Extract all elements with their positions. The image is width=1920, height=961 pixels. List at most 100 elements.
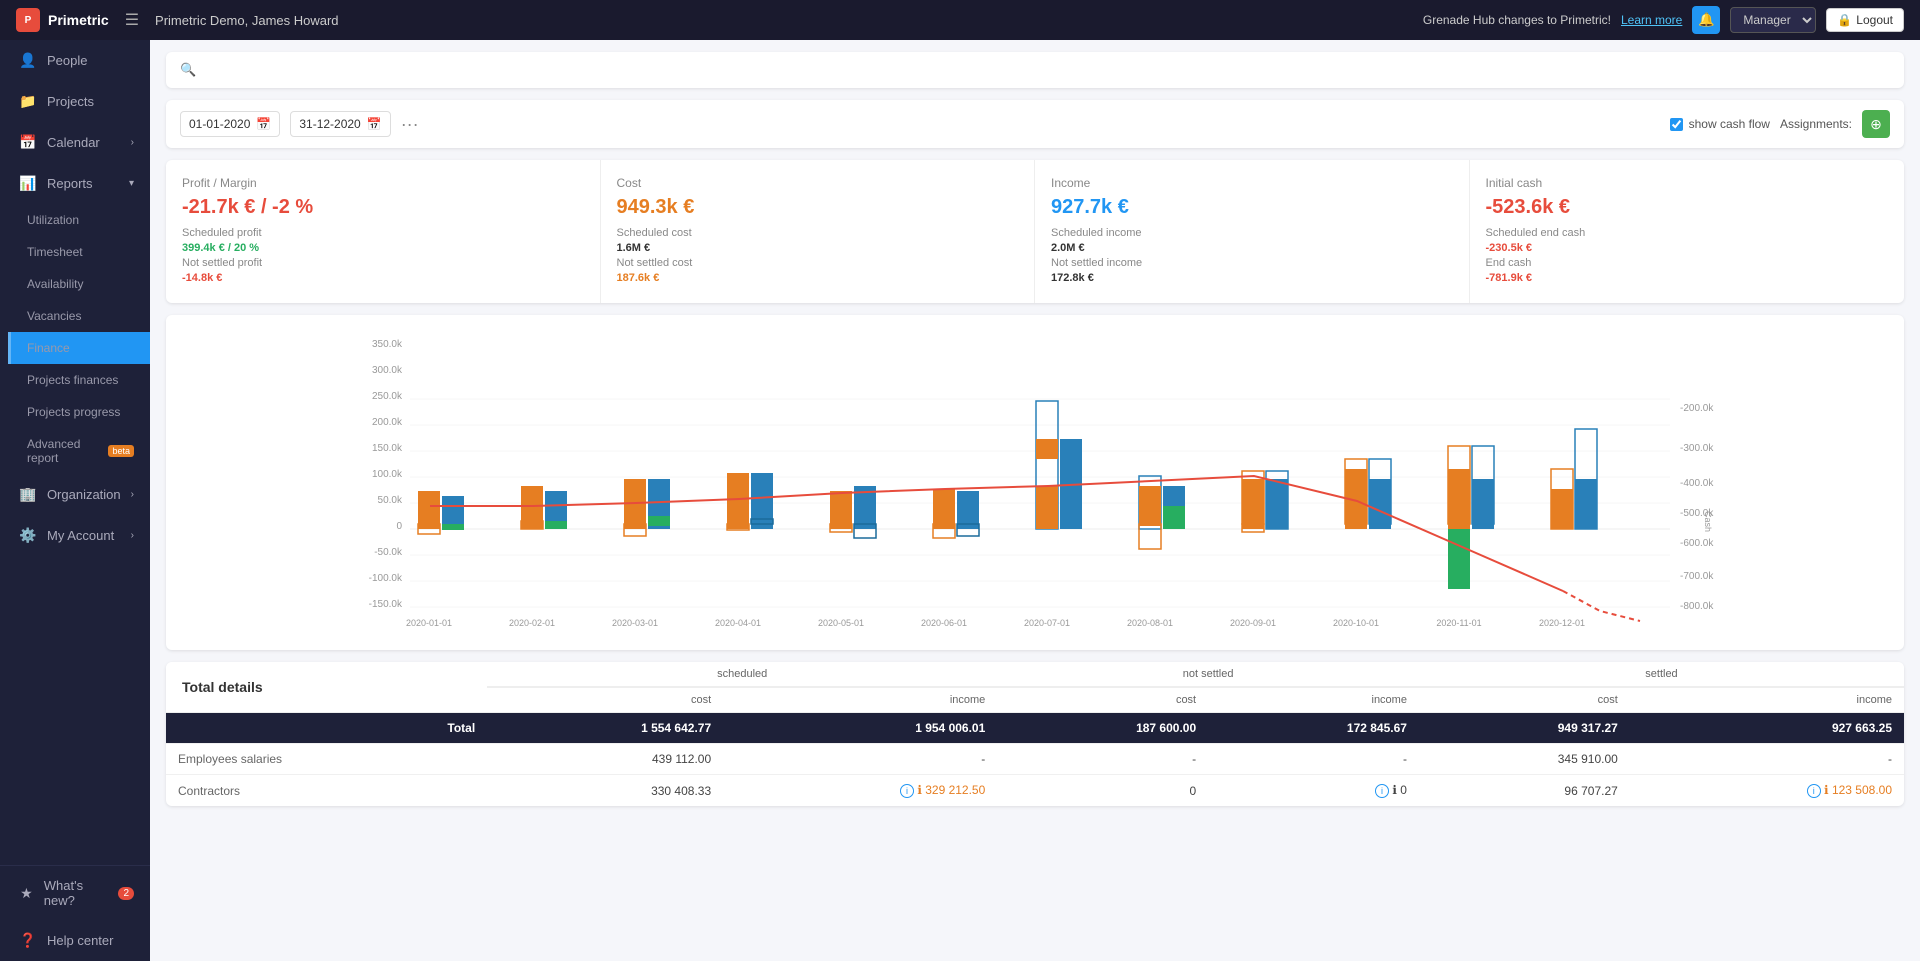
sidebar-item-calendar[interactable]: 📅 Calendar › — [0, 122, 150, 163]
alert-button[interactable]: 🔔 — [1692, 6, 1720, 34]
profit-scheduled-value: 399.4k € / 20 % — [182, 242, 259, 254]
sidebar-item-reports[interactable]: 📊 Reports ▾ — [0, 163, 150, 204]
svg-text:50.0k: 50.0k — [378, 495, 403, 506]
income-scheduled-label: Scheduled income — [1051, 227, 1142, 239]
calendar-from-icon: 📅 — [256, 117, 271, 131]
contractors-row: Contractors 330 408.33 i ℹ 329 212.50 0 … — [166, 775, 1904, 807]
sidebar-item-people[interactable]: 👤 People — [0, 40, 150, 81]
filter-row: 01-01-2020 📅 31-12-2020 📅 ··· show cash … — [166, 100, 1904, 148]
income-scheduled-value-row: 2.0M € — [1051, 242, 1453, 254]
cost-card: Cost 949.3k € Scheduled cost 1.6M € Not … — [601, 160, 1036, 303]
star-icon: ★ — [19, 885, 34, 902]
info-icon-1[interactable]: i — [900, 784, 914, 798]
svg-text:2020-09-01: 2020-09-01 — [1230, 618, 1276, 628]
svg-text:2020-06-01: 2020-06-01 — [921, 618, 967, 628]
sidebar-item-projects[interactable]: 📁 Projects — [0, 81, 150, 122]
info-icon-2[interactable]: i — [1375, 784, 1389, 798]
svg-text:-300.0k: -300.0k — [1680, 443, 1714, 454]
initial-cash-main-value: -523.6k € — [1486, 196, 1889, 219]
help-icon: ❓ — [19, 932, 37, 949]
cashflow-checkbox[interactable] — [1670, 118, 1683, 131]
date-from-value: 01-01-2020 — [189, 117, 250, 131]
employees-row: Employees salaries 439 112.00 - - - 345 … — [166, 744, 1904, 775]
employees-settled-income: - — [1630, 744, 1904, 775]
income-not-settled-label-row: Not settled income — [1051, 257, 1453, 269]
sidebar-item-organization[interactable]: 🏢 Organization › — [0, 474, 150, 515]
profit-scheduled-label: Scheduled profit — [182, 227, 262, 239]
date-from-picker[interactable]: 01-01-2020 📅 — [180, 111, 280, 137]
sidebar-item-projects-finances[interactable]: Projects finances — [8, 364, 150, 396]
logo-icon: P — [16, 8, 40, 32]
total-sched-income: 1 954 006.01 — [723, 713, 997, 744]
not-settled-group-header: not settled — [997, 662, 1419, 687]
cashflow-label: show cash flow — [1689, 117, 1770, 131]
profit-not-settled-value: -14.8k € — [182, 272, 222, 284]
not-settled-cost-header: cost — [997, 687, 1208, 713]
details-table: Total details scheduled not settled sett… — [166, 662, 1904, 806]
svg-text:-400.0k: -400.0k — [1680, 478, 1714, 489]
initial-cash-title: Initial cash — [1486, 176, 1889, 190]
end-cash-sched-label-row: Scheduled end cash — [1486, 227, 1889, 239]
profit-scheduled-row: Scheduled profit — [182, 227, 584, 239]
chevron-account-icon: › — [131, 530, 134, 541]
sidebar-item-help-center[interactable]: ❓ Help center — [0, 920, 150, 961]
account-icon: ⚙️ — [19, 527, 37, 544]
svg-text:250.0k: 250.0k — [372, 391, 403, 402]
sidebar-item-advanced-report[interactable]: Advanced report beta — [8, 428, 150, 474]
profit-card: Profit / Margin -21.7k € / -2 % Schedule… — [166, 160, 601, 303]
sched-income-header: income — [723, 687, 997, 713]
projects-icon: 📁 — [19, 93, 37, 110]
learn-more-link[interactable]: Learn more — [1621, 13, 1682, 27]
svg-text:2020-01-01: 2020-01-01 — [406, 618, 452, 628]
show-cashflow-toggle: show cash flow — [1670, 117, 1770, 131]
sidebar-label-calendar: Calendar — [47, 135, 100, 150]
role-selector[interactable]: Manager — [1730, 7, 1816, 33]
end-cash-value: -781.9k € — [1486, 272, 1532, 284]
search-input[interactable] — [204, 63, 1890, 78]
app-logo: P Primetric — [16, 8, 109, 32]
cost-scheduled-label: Scheduled cost — [617, 227, 692, 239]
income-scheduled-label-row: Scheduled income — [1051, 227, 1453, 239]
income-scheduled-value: 2.0M € — [1051, 242, 1085, 254]
sidebar-item-projects-progress[interactable]: Projects progress — [8, 396, 150, 428]
hamburger-icon[interactable]: ☰ — [125, 10, 139, 30]
total-row: Total 1 554 642.77 1 954 006.01 187 600.… — [166, 713, 1904, 744]
svg-text:300.0k: 300.0k — [372, 365, 403, 376]
sidebar-item-finance[interactable]: Finance — [8, 332, 150, 364]
date-to-picker[interactable]: 31-12-2020 📅 — [290, 111, 390, 137]
sidebar-item-timesheet[interactable]: Timesheet — [8, 236, 150, 268]
topbar: P Primetric ☰ Primetric Demo, James Howa… — [0, 0, 1920, 40]
income-main-value: 927.7k € — [1051, 196, 1453, 219]
beta-badge: beta — [108, 445, 134, 457]
svg-text:2020-08-01: 2020-08-01 — [1127, 618, 1173, 628]
sidebar-item-utilization[interactable]: Utilization — [8, 204, 150, 236]
help-center-label: Help center — [47, 933, 113, 948]
svg-text:2020-11-01: 2020-11-01 — [1436, 618, 1481, 628]
search-bar: 🔍 — [166, 52, 1904, 88]
end-cash-label: End cash — [1486, 257, 1532, 269]
svg-text:2020-04-01: 2020-04-01 — [715, 618, 761, 628]
sidebar: 👤 People 📁 Projects 📅 Calendar › 📊 Repor… — [0, 40, 150, 961]
assignments-toggle-button[interactable]: ⊕ — [1862, 110, 1890, 138]
cost-not-settled-label: Not settled cost — [617, 257, 693, 269]
total-details-title: Total details — [166, 662, 487, 713]
contractors-sched-income: i ℹ 329 212.50 — [723, 775, 997, 807]
sidebar-item-availability[interactable]: Availability — [8, 268, 150, 300]
income-not-settled-value: 172.8k € — [1051, 272, 1094, 284]
employees-label: Employees salaries — [166, 744, 487, 775]
profit-not-settled-value-row: -14.8k € — [182, 272, 584, 284]
info-icon-3[interactable]: i — [1807, 784, 1821, 798]
cost-not-settled-value-row: 187.6k € — [617, 272, 1019, 284]
sidebar-item-vacancies[interactable]: Vacancies — [8, 300, 150, 332]
logout-button[interactable]: 🔒 Logout — [1826, 8, 1904, 32]
summary-cards: Profit / Margin -21.7k € / -2 % Schedule… — [166, 160, 1904, 303]
sidebar-label-vacancies: Vacancies — [27, 309, 81, 323]
svg-text:-600.0k: -600.0k — [1680, 538, 1714, 549]
sidebar-item-my-account[interactable]: ⚙️ My Account › — [0, 515, 150, 556]
income-title: Income — [1051, 176, 1453, 190]
settled-cost-header: cost — [1419, 687, 1630, 713]
reports-icon: 📊 — [19, 175, 37, 192]
end-cash-sched-value-row: -230.5k € — [1486, 242, 1889, 254]
sidebar-item-whats-new[interactable]: ★ What's new? 2 — [0, 866, 150, 920]
sidebar-label-organization: Organization — [47, 487, 121, 502]
